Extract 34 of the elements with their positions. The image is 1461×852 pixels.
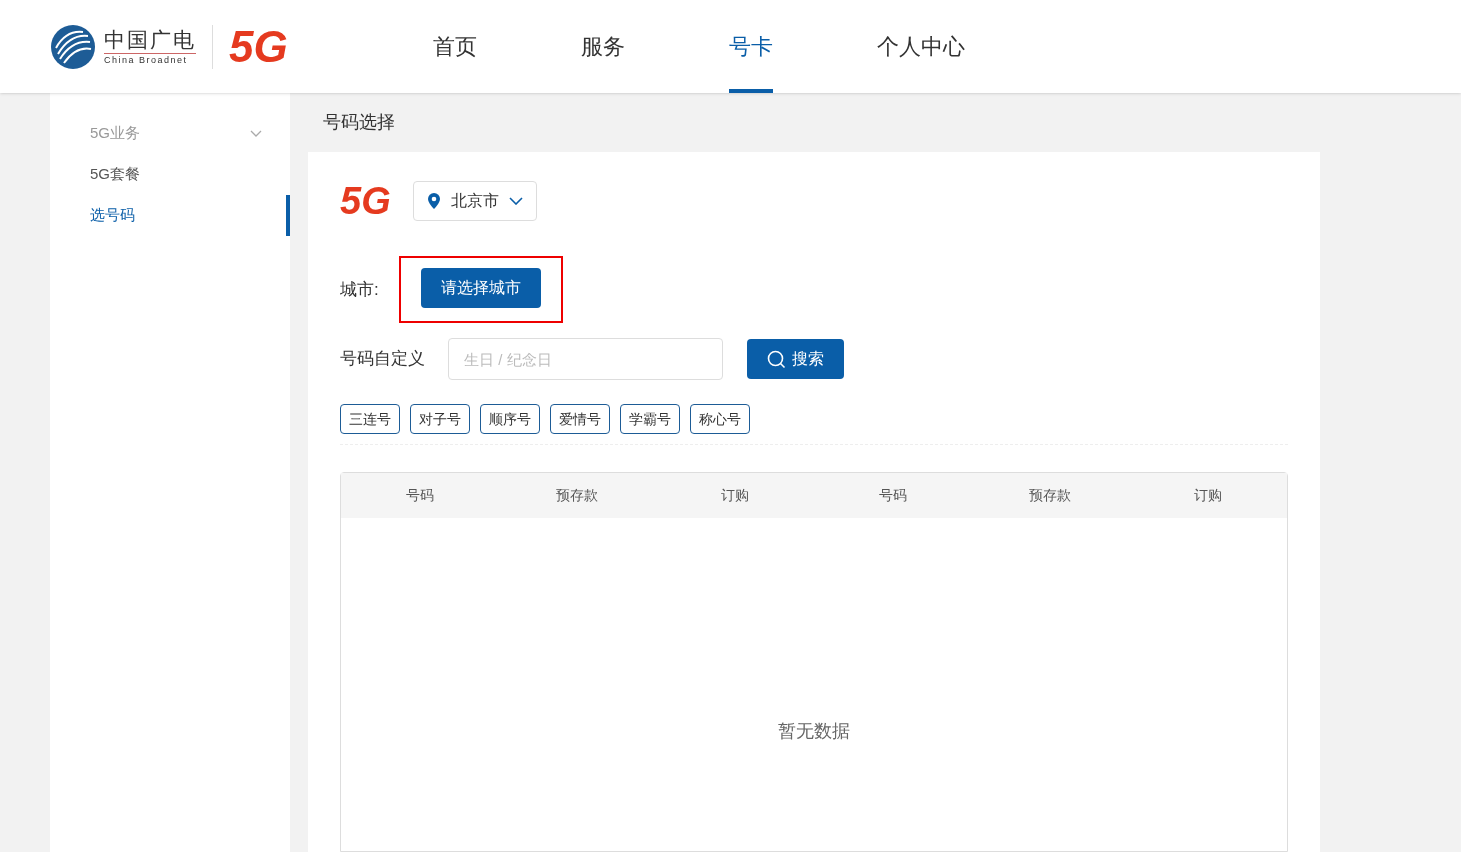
custom-number-label: 号码自定义 — [340, 348, 426, 371]
empty-message: 暂无数据 — [778, 720, 850, 743]
city-label: 城市: — [340, 278, 380, 301]
sidebar-item[interactable]: 选号码 — [50, 195, 290, 236]
number-type-tag[interactable]: 顺序号 — [480, 404, 540, 434]
column-header: 号码 — [405, 486, 434, 505]
nav-tab[interactable]: 号卡 — [729, 0, 773, 93]
custom-number-field[interactable]: 生日 / 纪念日 — [448, 338, 723, 380]
number-type-tag[interactable]: 称心号 — [690, 404, 750, 434]
province-dropdown[interactable]: 北京市 — [412, 181, 537, 221]
column-header: 预存款 — [1029, 486, 1072, 505]
number-type-tag[interactable]: 对子号 — [410, 404, 470, 434]
5g-logo: 5G — [229, 24, 288, 69]
column-header: 订购 — [721, 486, 750, 505]
number-type-tag[interactable]: 学霸号 — [620, 404, 680, 434]
number-type-tag[interactable]: 三连号 — [340, 404, 400, 434]
number-type-tag[interactable]: 爱情号 — [550, 404, 610, 434]
5g-logo: 5G — [340, 182, 391, 220]
nav-tab[interactable]: 服务 — [581, 0, 625, 93]
location-pin-icon — [426, 193, 441, 209]
search-icon — [767, 349, 786, 369]
select-city-button[interactable]: 请选择城市 — [421, 268, 541, 308]
brand-name: 中国广电 — [104, 28, 196, 50]
column-header: 订购 — [1194, 486, 1223, 505]
sidebar-item[interactable]: 5G套餐 — [50, 154, 290, 195]
nav-tab[interactable]: 个人中心 — [877, 0, 965, 93]
globe-logo-icon — [50, 23, 96, 70]
column-header: 号码 — [878, 486, 907, 505]
nav-tab[interactable]: 首页 — [433, 0, 477, 93]
search-button[interactable]: 搜索 — [747, 339, 844, 379]
page-title: 号码选择 — [322, 111, 396, 134]
chevron-down-icon — [508, 197, 523, 205]
brand-subtitle: China Broadnet — [104, 52, 196, 65]
column-header: 预存款 — [556, 486, 599, 505]
